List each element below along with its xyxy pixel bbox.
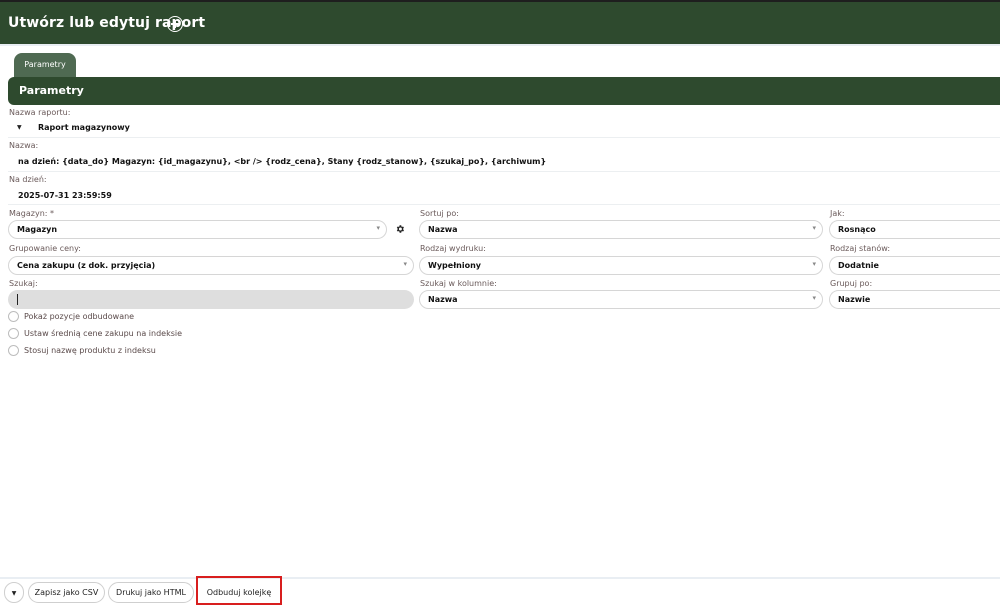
checkbox-label: Stosuj nazwę produktu z indeksu bbox=[24, 346, 156, 355]
chevron-down-icon: ▾ bbox=[376, 224, 380, 232]
checkbox-average-price[interactable]: Ustaw średnią cene zakupu na indeksie bbox=[8, 328, 182, 339]
group-by-value: Nazwie bbox=[838, 295, 871, 304]
order-label: Jak: bbox=[830, 209, 845, 218]
chevron-down-icon: ▾ bbox=[812, 224, 816, 232]
menu-toggle-button[interactable]: ▼ bbox=[4, 582, 24, 603]
warehouse-select[interactable]: Magazyn ▾ bbox=[8, 220, 387, 239]
stock-type-label: Rodzaj stanów: bbox=[830, 244, 891, 253]
as-of-field[interactable]: 2025-07-31 23:59:59 bbox=[18, 191, 112, 200]
name-field[interactable]: na dzień: {data_do} Magazyn: {id_magazyn… bbox=[18, 157, 546, 166]
section-header: Parametry bbox=[8, 77, 1000, 105]
search-label: Szukaj: bbox=[9, 279, 38, 288]
warehouse-value: Magazyn bbox=[17, 225, 58, 234]
radio-circle[interactable] bbox=[8, 311, 19, 322]
as-of-label: Na dzień: bbox=[9, 175, 47, 184]
search-column-select[interactable]: Nazwa ▾ bbox=[419, 290, 823, 309]
print-type-label: Rodzaj wydruku: bbox=[420, 244, 486, 253]
checkbox-label: Pokaż pozycje odbudowane bbox=[24, 312, 135, 321]
caret-down-icon: ▼ bbox=[11, 590, 17, 597]
group-by-label: Grupuj po: bbox=[830, 279, 873, 288]
top-bar: Utwórz lub edytuj raport bbox=[0, 0, 1000, 44]
group-by-select[interactable]: Nazwie bbox=[829, 290, 1000, 309]
checkbox-label: Ustaw średnią cene zakupu na indeksie bbox=[24, 329, 183, 338]
section-title: Parametry bbox=[19, 84, 84, 97]
divider bbox=[8, 137, 1000, 138]
price-grouping-label: Grupowanie ceny: bbox=[9, 244, 81, 253]
stock-type-select[interactable]: Dodatnie bbox=[829, 256, 1000, 275]
report-name-label: Nazwa raportu: bbox=[9, 108, 71, 117]
radio-circle[interactable] bbox=[8, 345, 19, 356]
add-report-icon[interactable] bbox=[167, 16, 183, 32]
sort-by-value: Nazwa bbox=[428, 225, 458, 234]
tab-parametry[interactable]: Parametry bbox=[14, 53, 76, 77]
text-cursor bbox=[17, 294, 18, 305]
stock-type-value: Dodatnie bbox=[838, 261, 879, 270]
main-canvas bbox=[0, 44, 1000, 577]
report-name-value[interactable]: Raport magazynowy bbox=[38, 123, 130, 132]
name-label: Nazwa: bbox=[9, 141, 39, 150]
highlight-box bbox=[196, 576, 282, 605]
save-csv-button[interactable]: Zapisz jako CSV bbox=[28, 582, 105, 603]
order-value: Rosnąco bbox=[838, 225, 876, 234]
checkbox-product-name[interactable]: Stosuj nazwę produktu z indeksu bbox=[8, 345, 156, 356]
checkbox-show-rebuilt[interactable]: Pokaż pozycje odbudowane bbox=[8, 311, 134, 322]
divider bbox=[8, 171, 1000, 172]
price-grouping-select[interactable]: Cena zakupu (z dok. przyjęcia) ▾ bbox=[8, 256, 414, 275]
gear-icon[interactable] bbox=[395, 224, 405, 234]
search-input[interactable] bbox=[8, 290, 414, 309]
radio-circle[interactable] bbox=[8, 328, 19, 339]
sort-by-select[interactable]: Nazwa ▾ bbox=[419, 220, 823, 239]
chevron-down-icon: ▾ bbox=[812, 294, 816, 302]
warehouse-label: Magazyn: * bbox=[9, 209, 55, 218]
chevron-down-icon: ▾ bbox=[403, 260, 407, 268]
divider bbox=[8, 204, 1000, 205]
caret-down-icon[interactable]: ▼ bbox=[17, 124, 22, 131]
sort-by-label: Sortuj po: bbox=[420, 209, 459, 218]
print-type-value: Wypełniony bbox=[428, 261, 482, 270]
search-column-value: Nazwa bbox=[428, 295, 458, 304]
chevron-down-icon: ▾ bbox=[812, 260, 816, 268]
order-select[interactable]: Rosnąco bbox=[829, 220, 1000, 239]
print-type-select[interactable]: Wypełniony ▾ bbox=[419, 256, 823, 275]
price-grouping-value: Cena zakupu (z dok. przyjęcia) bbox=[17, 261, 156, 270]
search-column-label: Szukaj w kolumnie: bbox=[420, 279, 497, 288]
print-html-button[interactable]: Drukuj jako HTML bbox=[108, 582, 194, 603]
